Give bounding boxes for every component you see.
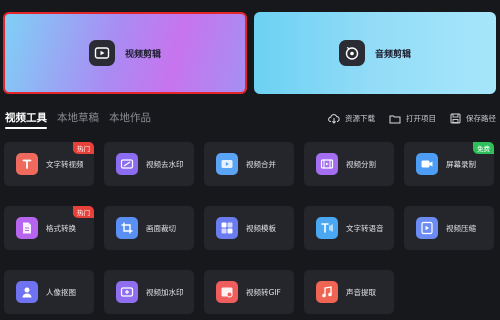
folder-icon — [389, 115, 401, 123]
tool-label: 视频模板 — [246, 223, 276, 233]
tool-label: 声音提取 — [346, 287, 376, 297]
tool-crop[interactable]: 画面裁切 — [104, 206, 194, 250]
tool-label: 屏幕录制 — [446, 159, 476, 169]
tab-bar: 视频工具 本地草稿 本地作品 — [5, 110, 151, 129]
tool-video-template[interactable]: 视频模板 — [204, 206, 294, 250]
text-to-video-icon — [16, 153, 38, 175]
tool-label: 视频去水印 — [146, 159, 184, 169]
tool-video-to-gif[interactable]: 视频转GIF — [204, 270, 294, 314]
screen-record-icon — [416, 153, 438, 175]
open-project-label: 打开项目 — [406, 114, 436, 123]
tools-grid: 文字转视频 热门 视频去水印 视频合并 视频分割 屏幕录制 免费 格式转换 热门 — [4, 142, 496, 314]
video-to-gif-icon — [216, 281, 238, 303]
format-convert-icon — [16, 217, 38, 239]
tool-label: 画面裁切 — [146, 223, 176, 233]
tool-split-video[interactable]: 视频分割 — [304, 142, 394, 186]
tool-text-to-video[interactable]: 文字转视频 热门 — [4, 142, 94, 186]
cloud-download-icon — [328, 114, 340, 124]
add-watermark-icon — [116, 281, 138, 303]
tool-merge-video[interactable]: 视频合并 — [204, 142, 294, 186]
tool-text-to-speech[interactable]: 文字转语音 — [304, 206, 394, 250]
tool-add-watermark[interactable]: 视频加水印 — [104, 270, 194, 314]
save-path-button[interactable]: 保存路径 — [450, 113, 496, 124]
tool-remove-watermark[interactable]: 视频去水印 — [104, 142, 194, 186]
tab-local-drafts[interactable]: 本地草稿 — [57, 110, 99, 129]
audio-edit-card[interactable]: 音频剪辑 — [254, 12, 496, 94]
tab-video-tools[interactable]: 视频工具 — [5, 110, 47, 129]
hot-badge: 热门 — [73, 142, 94, 154]
save-path-label: 保存路径 — [466, 114, 496, 123]
tool-label: 视频分割 — [346, 159, 376, 169]
tool-compress-video[interactable]: 视频压缩 — [404, 206, 494, 250]
save-icon — [450, 113, 461, 124]
resource-download-label: 资源下载 — [345, 114, 375, 123]
tool-label: 文字转视频 — [46, 159, 84, 169]
tool-format-convert[interactable]: 格式转换 热门 — [4, 206, 94, 250]
tool-screen-record[interactable]: 屏幕录制 免费 — [404, 142, 494, 186]
remove-watermark-icon — [116, 153, 138, 175]
text-to-speech-icon — [316, 217, 338, 239]
toolbar-actions: 资源下载 打开项目 保存路径 — [328, 113, 496, 124]
tool-portrait-cutout[interactable]: 人像抠图 — [4, 270, 94, 314]
tool-label: 视频合并 — [246, 159, 276, 169]
tool-label: 视频加水印 — [146, 287, 184, 297]
template-icon — [216, 217, 238, 239]
audio-edit-label: 音频剪辑 — [374, 49, 411, 60]
tool-label: 文字转语音 — [346, 223, 384, 233]
crop-icon — [116, 217, 138, 239]
merge-video-icon — [216, 153, 238, 175]
video-edit-label: 视频剪辑 — [124, 49, 161, 60]
audio-disc-icon — [338, 40, 365, 66]
video-edit-card[interactable]: 视频剪辑 — [3, 12, 247, 94]
resource-download-button[interactable]: 资源下载 — [328, 113, 375, 124]
video-camera-icon — [88, 40, 115, 66]
split-video-icon — [316, 153, 338, 175]
tab-local-works[interactable]: 本地作品 — [109, 110, 151, 129]
tool-label: 格式转换 — [46, 223, 76, 233]
portrait-cutout-icon — [16, 281, 38, 303]
tool-label: 视频转GIF — [246, 287, 281, 297]
compress-video-icon — [416, 217, 438, 239]
tool-audio-extract[interactable]: 声音提取 — [304, 270, 394, 314]
audio-extract-icon — [316, 281, 338, 303]
free-badge: 免费 — [473, 142, 494, 154]
tool-label: 视频压缩 — [446, 223, 476, 233]
open-project-button[interactable]: 打开项目 — [389, 113, 436, 124]
hot-badge: 热门 — [73, 206, 94, 218]
tool-label: 人像抠图 — [46, 287, 76, 297]
